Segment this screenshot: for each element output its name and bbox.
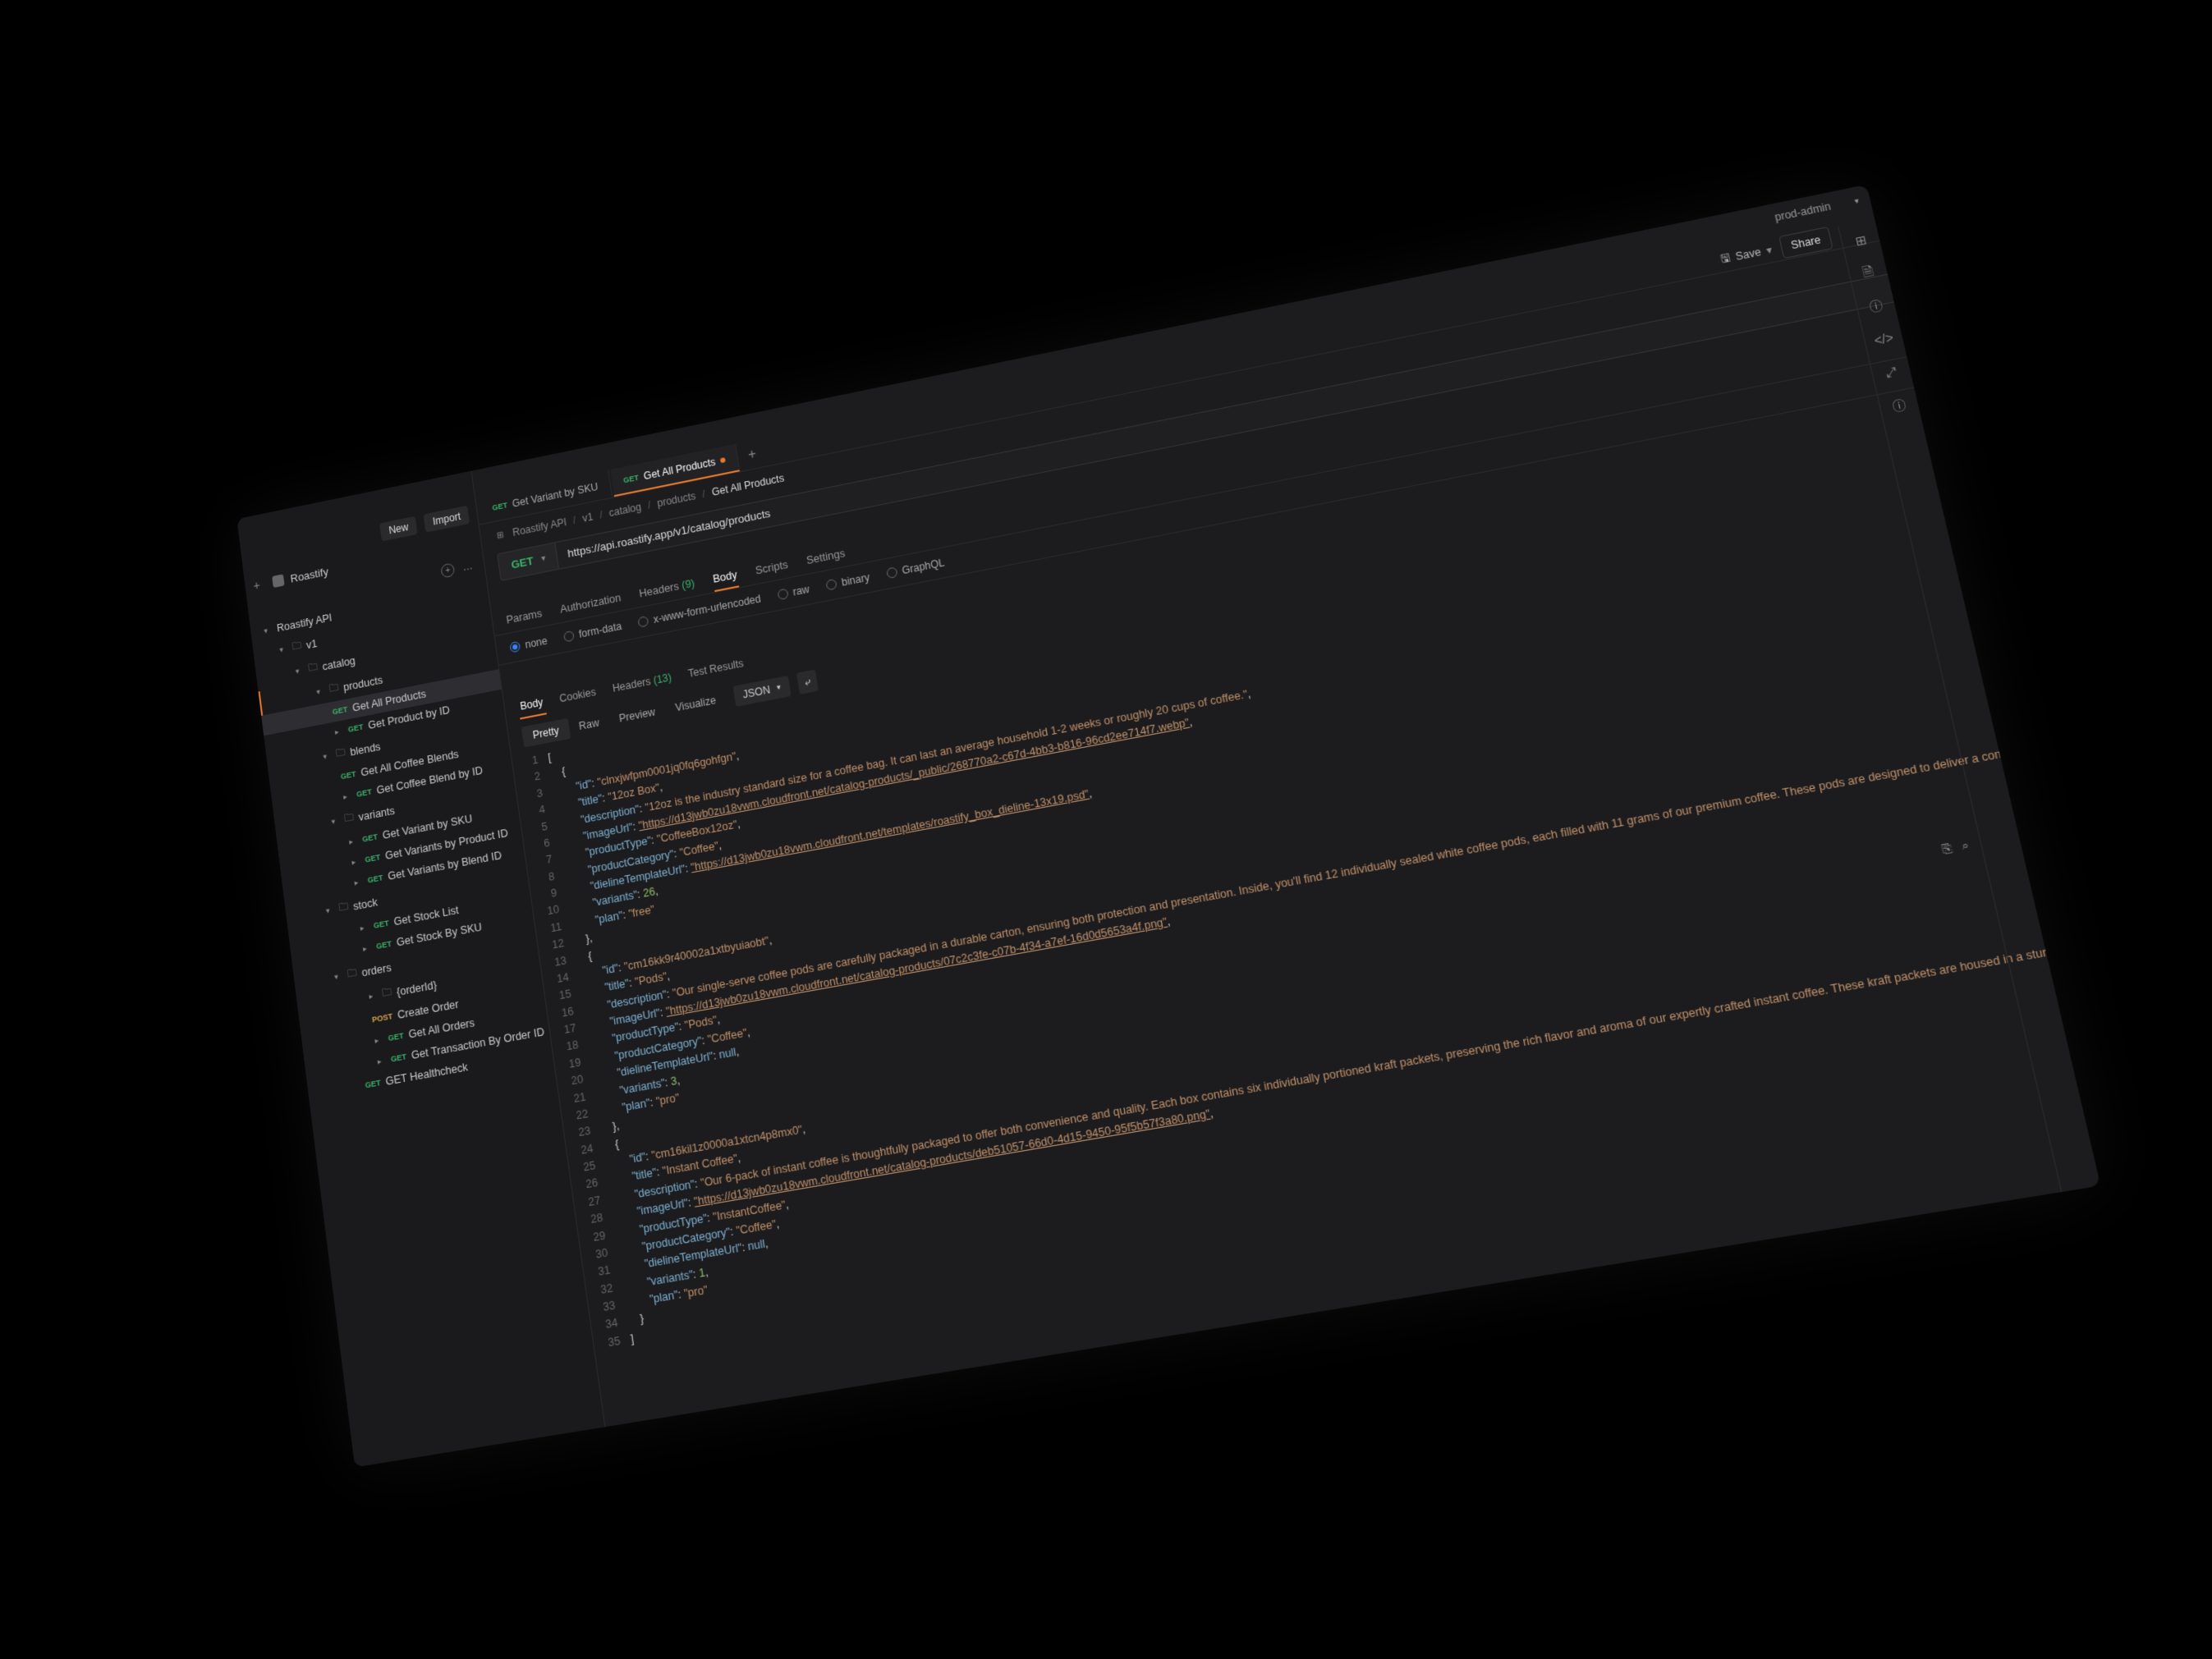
view-pretty[interactable]: Pretty — [521, 717, 571, 747]
folder-icon: 🗀 — [291, 638, 302, 655]
caret-down-icon[interactable]: ▾ — [1853, 195, 1860, 206]
workspace-icon — [272, 574, 284, 588]
more-icon[interactable]: … — [461, 559, 473, 573]
radio-none[interactable]: none — [509, 635, 548, 653]
radio-graphql[interactable]: GraphQL — [886, 556, 946, 579]
unsaved-dot-icon — [720, 456, 726, 462]
collection-icon: ⊞ — [493, 528, 507, 542]
view-visualize[interactable]: Visualize — [663, 687, 727, 719]
radio-binary[interactable]: binary — [825, 571, 870, 591]
code-icon[interactable]: </> — [1874, 329, 1894, 348]
doc-icon[interactable]: 🗎 — [1858, 264, 1879, 282]
folder-icon: 🗀 — [328, 680, 339, 697]
crumb[interactable]: catalog — [608, 501, 642, 519]
app-window: prod-admin ▾ ⊞ 🗎 ⓘ </> ⤢ ⓘ New Import + … — [236, 184, 2100, 1467]
info2-icon[interactable]: ⓘ — [1889, 396, 1910, 415]
folder-icon: 🗀 — [308, 659, 319, 676]
view-raw[interactable]: Raw — [567, 709, 611, 737]
info-icon[interactable]: ⓘ — [1866, 296, 1886, 315]
folder-icon: 🗀 — [338, 899, 350, 917]
main-panel: GETGet Variant by SKU GETGet All Product… — [472, 184, 2101, 1426]
folder-icon: 🗀 — [346, 965, 358, 983]
add-icon[interactable]: + — [440, 562, 455, 578]
wrap-icon[interactable]: ⤶ — [796, 669, 819, 694]
folder-icon: 🗀 — [343, 809, 355, 827]
collection-icon[interactable]: ⊞ — [1851, 231, 1871, 250]
tab-body[interactable]: Body — [711, 563, 739, 591]
crumb-current: Get All Products — [711, 472, 785, 498]
import-button[interactable]: Import — [424, 505, 470, 532]
copy-icon[interactable]: ⎘ — [1940, 841, 1953, 857]
plus-icon[interactable]: + — [253, 576, 268, 592]
new-button[interactable]: New — [379, 516, 418, 541]
expand-icon[interactable]: ⤢ — [1881, 362, 1902, 381]
crumb[interactable]: products — [656, 489, 696, 509]
folder-icon: 🗀 — [382, 984, 393, 1002]
radio-formdata[interactable]: form-data — [563, 620, 622, 643]
view-preview[interactable]: Preview — [608, 699, 667, 730]
format-selector[interactable]: JSON▾ — [732, 675, 791, 706]
crumb[interactable]: v1 — [581, 511, 594, 525]
workspace-name: Roastify — [290, 564, 329, 584]
folder-icon: 🗀 — [335, 745, 346, 763]
crumb[interactable]: Roastify API — [512, 516, 567, 538]
radio-raw[interactable]: raw — [777, 583, 810, 601]
add-tab-button[interactable]: + — [739, 444, 766, 464]
